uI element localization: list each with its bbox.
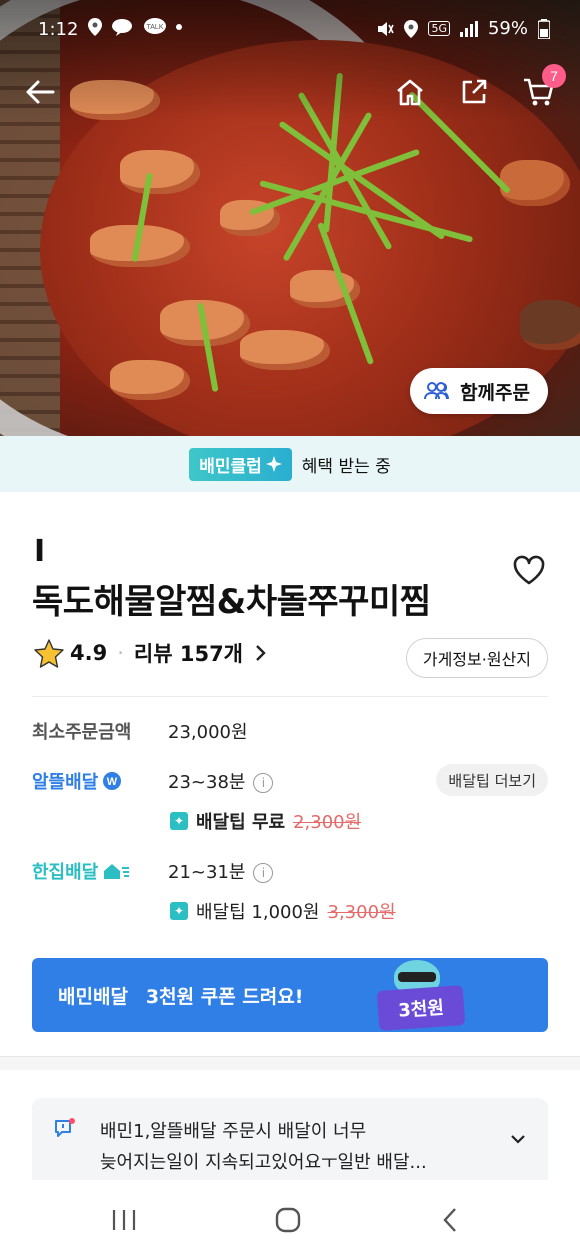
sparkle-icon [265, 456, 282, 472]
home-button[interactable] [388, 70, 432, 114]
club-benefit-text: 혜택 받는 중 [301, 456, 391, 477]
won-badge-icon: W [103, 772, 122, 790]
status-left-icons: TALK [88, 18, 182, 36]
single-delivery-time: 21~31분 [168, 862, 246, 883]
share-button[interactable] [452, 70, 496, 114]
single-tip-row: ✦ 배달팁 1,000원 3,300원 [170, 898, 396, 924]
chat-app-icon [112, 19, 132, 36]
notification-dot [176, 24, 182, 30]
saver-tip-original: 2,300원 [293, 812, 362, 833]
single-delivery-label: 한집배달 [32, 862, 99, 883]
divider [32, 696, 548, 697]
notice-line-1: 배민1,알뜰배달 주문시 배달이 너무 [100, 1121, 367, 1142]
notice-text: 배민1,알뜰배달 주문시 배달이 너무 늦어지는일이 지속되고있어요ㅜ일반 배달… [100, 1116, 500, 1178]
mute-icon [378, 21, 395, 36]
coupon-text: 3천원 쿠폰 드려요! [145, 985, 304, 1008]
rating-row[interactable]: 4.9 · 리뷰 157개 [34, 638, 267, 668]
house-speed-icon [104, 864, 130, 879]
back-arrow-icon [26, 80, 55, 104]
club-star-icon: ✦ [170, 902, 188, 920]
store-name: 독도해물알찜&차돌쭈꾸미찜 [32, 582, 431, 622]
review-count: 리뷰 157개 [133, 642, 243, 666]
svg-text:TALK: TALK [147, 24, 164, 31]
single-tip-label: 배달팁 1,000원 [196, 902, 320, 923]
status-time: 1:12 [38, 19, 79, 40]
saver-tip-row: ✦ 배달팁 무료 2,300원 [170, 808, 361, 834]
home-icon [397, 79, 423, 106]
saver-tip-label: 배달팁 무료 [196, 812, 286, 833]
cart-button[interactable]: 7 [516, 64, 566, 114]
store-notice[interactable]: 배민1,알뜰배달 주문시 배달이 너무 늦어지는일이 지속되고있어요ㅜ일반 배달… [32, 1098, 548, 1188]
club-benefit-banner[interactable]: 배민클럽 혜택 받는 중 [0, 436, 580, 492]
recent-apps-icon [112, 1210, 136, 1230]
coupon-brand: 배민배달 [58, 985, 128, 1008]
chevron-down-icon[interactable] [510, 1134, 526, 1144]
saver-delivery-time-row: 23~38분 i [168, 768, 274, 794]
info-icon[interactable]: i [253, 773, 274, 793]
single-delivery-time-row: 21~31분 i [168, 858, 274, 884]
group-order-button[interactable]: 함께주문 [410, 368, 548, 414]
home-system-button[interactable] [266, 1202, 310, 1238]
group-order-label: 함께주문 [460, 381, 530, 404]
mascot-glasses [398, 972, 436, 982]
star-icon [34, 639, 64, 668]
saver-delivery-time: 23~38분 [168, 772, 246, 793]
recent-apps-button[interactable] [102, 1202, 146, 1238]
signal-icon [459, 20, 478, 37]
store-info-origin-button[interactable]: 가게정보·원산지 [405, 638, 548, 678]
location-icon [88, 18, 102, 36]
min-order-value: 23,000원 [168, 722, 248, 743]
rating-value: 4.9 [70, 641, 108, 665]
home-circle-icon [275, 1207, 301, 1233]
people-icon [424, 382, 450, 400]
share-icon [462, 79, 487, 104]
club-star-icon: ✦ [170, 812, 188, 830]
coupon-banner[interactable]: 배민배달 3천원 쿠폰 드려요! 3천원 [32, 958, 548, 1032]
favorite-button[interactable] [512, 554, 546, 588]
coupon-ticket: 3천원 [376, 985, 466, 1031]
chevron-right-icon [256, 645, 266, 661]
system-navigation-bar [0, 1180, 580, 1257]
section-separator [0, 1056, 580, 1070]
talk-icon: TALK [144, 18, 166, 34]
location-icon [404, 19, 419, 38]
network-label: 5G [428, 21, 450, 36]
cart-count-badge: 7 [542, 64, 566, 88]
back-button[interactable] [18, 70, 62, 114]
heart-icon [513, 555, 545, 585]
notice-line-2: 늦어지는일이 지속되고있어요ㅜ일반 배달... [100, 1152, 427, 1173]
single-tip-original: 3,300원 [327, 902, 396, 923]
delivery-tip-more-button[interactable]: 배달팁 더보기 [436, 764, 548, 796]
status-right-icons: 5G 59% [376, 18, 550, 39]
system-back-button[interactable] [428, 1202, 472, 1238]
status-bar: 1:12 TALK 5G 59% [0, 0, 580, 60]
notice-icon [55, 1118, 75, 1137]
club-tag: 배민클럽 [189, 447, 292, 481]
min-order-label: 최소주문금액 [32, 722, 132, 743]
battery-label: 59% [487, 18, 528, 39]
saver-delivery-label: 알뜰배달 [32, 772, 99, 793]
battery-icon [538, 18, 550, 39]
svg-text:W: W [107, 776, 118, 788]
saver-delivery-label-row: 알뜰배달 W [32, 768, 122, 794]
store-name-prefix: I [34, 534, 46, 569]
single-delivery-label-row: 한집배달 [32, 858, 130, 884]
top-navigation: 7 [0, 64, 580, 118]
back-chevron-icon [443, 1208, 456, 1232]
info-icon[interactable]: i [253, 863, 274, 883]
club-tag-label: 배민클럽 [199, 456, 262, 477]
